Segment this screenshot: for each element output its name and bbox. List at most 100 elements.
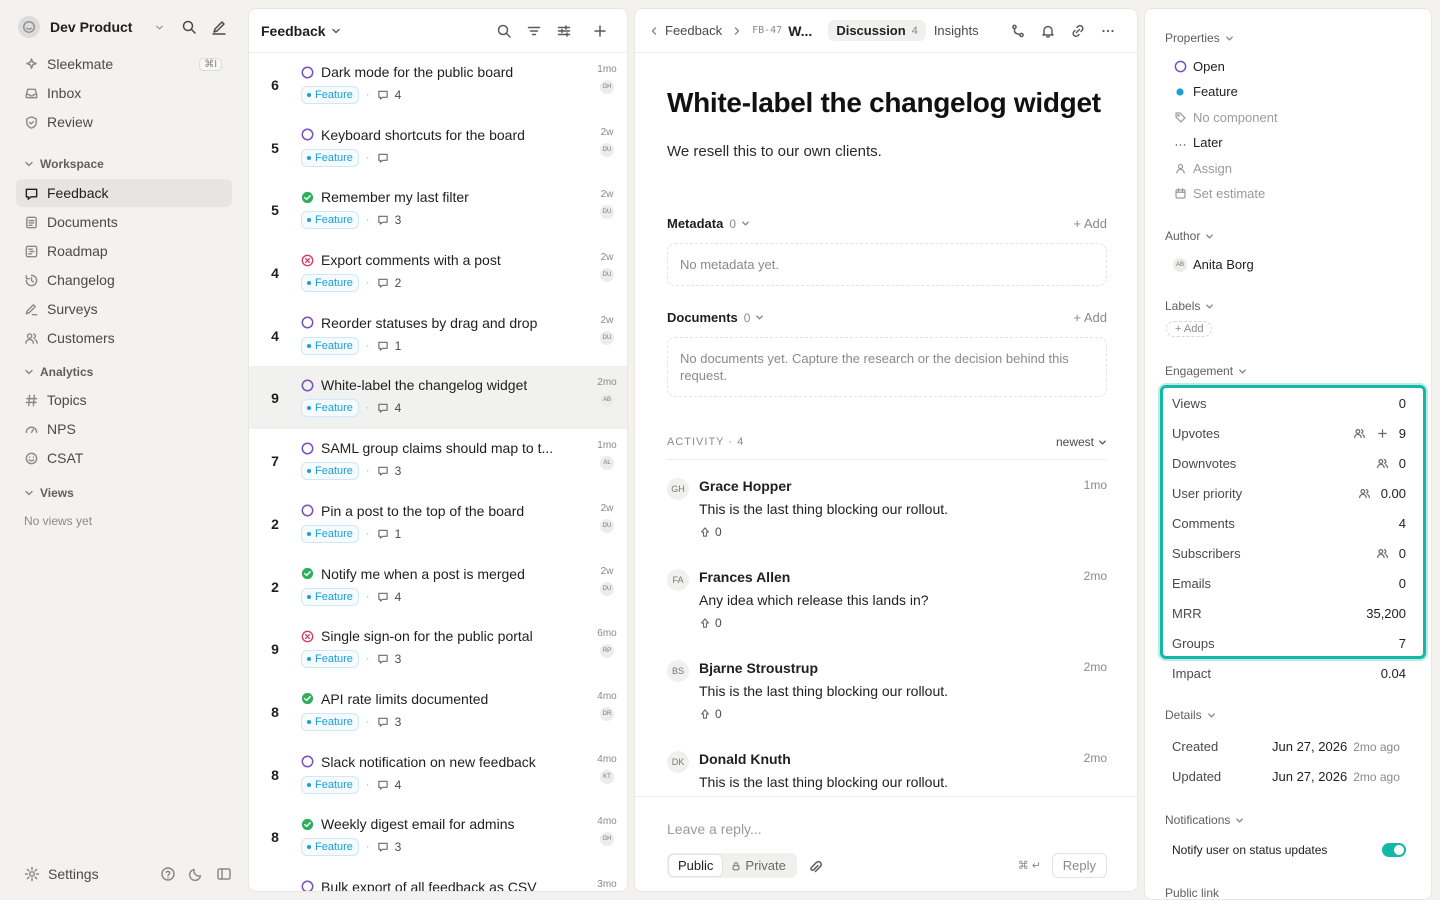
list-search-button[interactable] <box>489 23 519 39</box>
breadcrumb-root[interactable]: Feedback <box>665 23 722 38</box>
list-title[interactable]: Feedback <box>261 23 489 39</box>
chevron-down-icon[interactable] <box>755 313 764 322</box>
sidebar-item-roadmap[interactable]: Roadmap <box>16 237 232 265</box>
list-item[interactable]: 8 API rate limits documented Feature · 3 4mo D… <box>249 680 627 743</box>
sidebar-item-topics[interactable]: Topics <box>16 386 232 414</box>
copy-link-button[interactable] <box>1063 23 1093 39</box>
list-item[interactable]: 5 Remember my last filter Feature · 3 2w DU <box>249 178 627 241</box>
workspace-switcher[interactable]: Dev Product <box>18 14 230 40</box>
sidebar-item-changelog[interactable]: Changelog <box>16 266 232 294</box>
author-avatar: AB <box>1173 257 1187 272</box>
description[interactable]: We resell this to our own clients. <box>667 143 1107 160</box>
section-workspace[interactable]: Workspace <box>24 157 104 171</box>
notifications-header[interactable]: Notifications <box>1165 813 1415 827</box>
engagement-row: Comments 4 <box>1172 508 1406 538</box>
sidebar-item-csat[interactable]: CSAT <box>16 444 232 472</box>
sidebar-item-surveys[interactable]: Surveys <box>16 295 232 323</box>
display-options-button[interactable] <box>549 23 579 39</box>
list-item[interactable]: 9 White-label the changelog widget Feature… <box>249 366 627 430</box>
comment-author[interactable]: Frances Allen <box>699 569 790 585</box>
details-header[interactable]: Details <box>1165 708 1415 722</box>
attach-button[interactable] <box>807 859 823 875</box>
workspace-name: Dev Product <box>50 19 133 35</box>
author-property[interactable]: AB Anita Borg <box>1173 257 1254 272</box>
type-property[interactable]: Feature <box>1173 84 1238 99</box>
comment-icon <box>377 717 388 727</box>
list-item[interactable]: 9 Single sign-on for the public portal Fea… <box>249 617 627 680</box>
metadata-add-button[interactable]: + Add <box>1073 216 1107 231</box>
reply-button[interactable]: Reply <box>1051 853 1107 878</box>
sidebar-item-inbox[interactable]: Inbox <box>16 79 232 107</box>
priority-property[interactable]: Later <box>1173 135 1223 150</box>
score: 4 <box>271 327 279 344</box>
sidebar-item-nps[interactable]: NPS <box>16 415 232 443</box>
comment-vote[interactable]: 0 <box>699 525 1107 539</box>
public-option[interactable]: Public <box>669 855 723 876</box>
settings-link[interactable]: Settings <box>48 866 148 882</box>
comment-text: This is the last thing blocking our roll… <box>699 774 949 790</box>
tab-discussion[interactable]: Discussion 4 <box>828 20 926 41</box>
documents-add-button[interactable]: + Add <box>1073 310 1107 325</box>
section-analytics[interactable]: Analytics <box>24 365 93 379</box>
labels-header[interactable]: Labels <box>1165 299 1415 313</box>
sidebar-item-label: Inbox <box>47 85 82 101</box>
compose-button[interactable] <box>208 16 230 38</box>
comment-author[interactable]: Bjarne Stroustrup <box>699 660 818 676</box>
sidebar-item-feedback[interactable]: Feedback <box>16 179 232 207</box>
sidebar-item-sleekmate[interactable]: Sleekmate ⌘I <box>16 50 232 78</box>
chevron-down-icon[interactable] <box>148 16 170 38</box>
list-item[interactable]: 7 SAML group claims should map to t... Fea… <box>249 429 627 492</box>
sidebar-item-review[interactable]: Review <box>16 108 232 136</box>
subscribe-button[interactable] <box>1033 23 1063 39</box>
component-property[interactable]: No component <box>1173 110 1278 125</box>
list-item[interactable]: 5 Keyboard shortcuts for the board Feature… <box>249 116 627 179</box>
chevron-down-icon <box>25 161 33 167</box>
help-icon[interactable] <box>160 866 176 882</box>
chevron-down-icon[interactable] <box>741 219 750 228</box>
list-item[interactable]: 8 Weekly digest email for admins Feature · 3… <box>249 805 627 868</box>
filter-button[interactable] <box>519 23 549 39</box>
notify-toggle[interactable] <box>1382 843 1406 857</box>
gear-icon[interactable] <box>24 866 40 882</box>
branch-button[interactable] <box>1003 23 1033 39</box>
engagement-header[interactable]: Engagement <box>1165 364 1415 378</box>
avatar: FA <box>667 569 689 591</box>
branch-icon <box>1012 24 1024 37</box>
score: 6 <box>271 77 279 93</box>
activity-sort[interactable]: newest <box>1056 435 1107 449</box>
engagement-row: Subscribers 0 <box>1172 538 1406 568</box>
comment-vote[interactable]: 0 <box>699 707 1107 721</box>
sidebar-toggle-icon[interactable] <box>216 866 232 882</box>
list-item[interactable]: 8 Slack notification on new feedback Featu… <box>249 743 627 806</box>
moon-icon[interactable] <box>188 866 204 882</box>
status-property[interactable]: Open <box>1173 59 1225 74</box>
labels-add-button[interactable]: + Add <box>1166 321 1213 337</box>
list-item[interactable]: 6 Dark mode for the public board Feature · 4… <box>249 53 627 116</box>
properties-header[interactable]: Properties <box>1165 31 1415 45</box>
section-views[interactable]: Views <box>24 486 74 500</box>
list-item[interactable]: 4 Export comments with a post Feature · 2 2w D… <box>249 241 627 304</box>
public-link-header[interactable]: Public link <box>1165 886 1415 899</box>
engagement-value: 0 <box>1398 575 1406 591</box>
new-feedback-button[interactable] <box>585 23 615 39</box>
list-item[interactable]: 4 Reorder statuses by drag and drop Featur… <box>249 304 627 367</box>
chevron-left-icon[interactable] <box>649 26 659 36</box>
more-button[interactable] <box>1093 23 1123 39</box>
list-item[interactable]: 2 Notify me when a post is merged Feature ·… <box>249 555 627 618</box>
list-item[interactable]: Bulk export of all feedback as CSV 3mo <box>249 868 627 891</box>
author-header[interactable]: Author <box>1165 229 1415 243</box>
search-button[interactable] <box>178 16 200 38</box>
estimate-property[interactable]: Set estimate <box>1173 186 1265 201</box>
reply-input[interactable]: Leave a reply... <box>667 821 762 837</box>
item-title: White-label the changelog widget <box>321 377 528 394</box>
assign-property[interactable]: Assign <box>1173 161 1232 176</box>
private-option[interactable]: Private <box>722 855 794 876</box>
tab-insights[interactable]: Insights <box>926 20 987 41</box>
comment-author[interactable]: Grace Hopper <box>699 478 792 494</box>
list-item[interactable]: 2 Pin a post to the top of the board Featu… <box>249 492 627 555</box>
comment-author[interactable]: Donald Knuth <box>699 751 791 767</box>
sidebar-item-documents[interactable]: Documents <box>16 208 232 236</box>
status-done-icon <box>301 818 314 830</box>
comment-vote[interactable]: 0 <box>699 616 1107 630</box>
sidebar-item-customers[interactable]: Customers <box>16 324 232 352</box>
